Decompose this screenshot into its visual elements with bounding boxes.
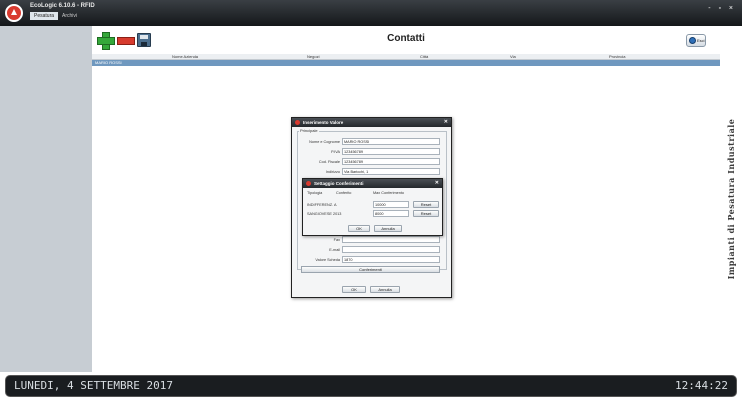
exit-button[interactable]: Esci <box>686 34 706 47</box>
cell-name: MARIO ROSSI <box>95 60 122 65</box>
max-field[interactable]: 8000 <box>373 210 409 217</box>
column-header: Conferito <box>336 191 352 195</box>
column-header: Max Conferimento <box>373 191 405 195</box>
power-icon <box>689 37 696 44</box>
email-field[interactable] <box>342 246 440 253</box>
max-field[interactable]: 10000 <box>373 201 409 208</box>
brand-text: Impianti di Pesatura Industriale <box>726 118 736 280</box>
vat-field[interactable]: 123456789 <box>342 148 440 155</box>
dialog-app-icon <box>306 181 311 186</box>
exit-label: Esci <box>697 38 705 43</box>
ok-button[interactable]: OK <box>342 286 366 293</box>
field-label: Nome e Cognome <box>309 140 340 144</box>
settings-dialog: Settaggio Conferimenti ✕ Tipologia Confe… <box>302 178 443 236</box>
type-cell: INDIFFERENZ. A <box>307 203 337 207</box>
group-label: Principale <box>299 128 319 133</box>
tab-pesatura[interactable]: Pesatura <box>30 12 59 20</box>
dialog-title-bar: Settaggio Conferimenti ✕ <box>303 179 442 188</box>
reset-button[interactable]: Reset <box>413 201 439 208</box>
field-label: E-mail <box>329 248 340 252</box>
reset-button[interactable]: Reset <box>413 210 439 217</box>
toolbar: Contatti Esci <box>92 26 720 54</box>
column-header: Tipologia <box>307 191 323 195</box>
conferimenti-button[interactable]: Conferimenti <box>301 266 440 273</box>
app-logo-icon <box>5 4 23 22</box>
status-time: 12:44:22 <box>675 379 728 392</box>
status-bar: LUNEDI, 4 SETTEMBRE 2017 12:44:22 <box>0 372 742 399</box>
field-label: P.IVA <box>331 150 340 154</box>
field-label: Indirizzo <box>325 170 340 174</box>
table-row[interactable]: MARIO ROSSI <box>92 60 720 66</box>
field-label: Cod. Fiscale <box>318 160 340 164</box>
address-field[interactable]: Via Baricchi, 1 <box>342 168 440 175</box>
dialog-app-icon <box>295 120 300 125</box>
cancel-button[interactable]: Annulla <box>370 286 400 293</box>
type-cell: SANGIOVESE 2013 <box>307 212 342 216</box>
dialog-title-bar: Inserimento Valore ✕ <box>292 118 451 127</box>
brand-strip: Impianti di Pesatura Industriale <box>720 26 742 372</box>
title-bar: EcoLogic 6.10.6 - RFID Pesatura Archivi … <box>0 0 742 26</box>
close-icon[interactable]: ✕ <box>444 118 448 127</box>
sidebar <box>0 26 92 372</box>
field-label: Fax <box>333 238 340 242</box>
field-label: Valore Scheda <box>315 258 340 262</box>
close-icon[interactable]: ✕ <box>435 179 439 188</box>
ok-button[interactable]: OK <box>348 225 370 232</box>
tab-archivi[interactable]: Archivi <box>58 12 81 20</box>
clock-display: LUNEDI, 4 SETTEMBRE 2017 12:44:22 <box>5 375 737 397</box>
status-date: LUNEDI, 4 SETTEMBRE 2017 <box>14 379 173 392</box>
page-title: Contatti <box>387 33 425 44</box>
fax-field[interactable] <box>342 236 440 243</box>
name-field[interactable]: MARIO ROSSI <box>342 138 440 145</box>
tax-code-field[interactable]: 123456789 <box>342 158 440 165</box>
cancel-button[interactable]: Annulla <box>374 225 402 232</box>
card-value-field[interactable]: 1870 <box>342 256 440 263</box>
dialog-title: Settaggio Conferimenti <box>314 181 364 186</box>
window-controls[interactable]: - ▫ × <box>708 5 736 12</box>
dialog-title: Inserimento Valore <box>303 120 344 125</box>
app-title: EcoLogic 6.10.6 - RFID <box>30 3 95 9</box>
